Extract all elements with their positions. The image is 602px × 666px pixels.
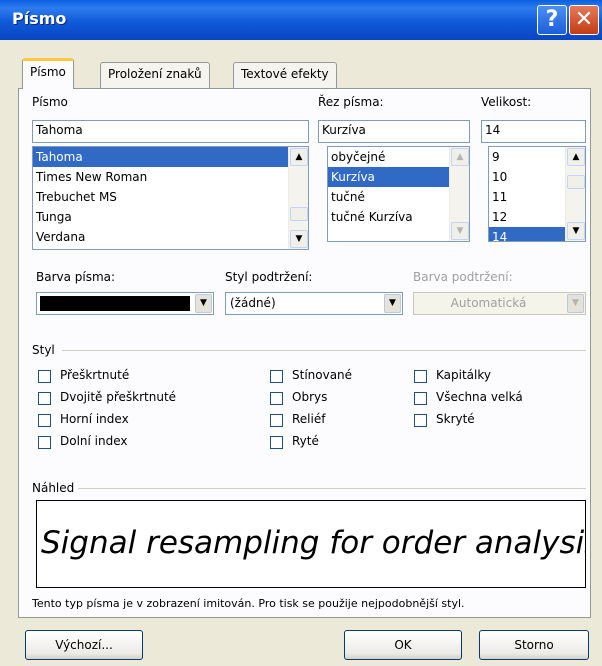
engrave-checkbox[interactable] bbox=[270, 436, 283, 449]
list-item[interactable]: Kurzíva bbox=[328, 167, 469, 187]
title-bar: Písmo ? ✕ bbox=[0, 0, 602, 40]
preview-text: Signal resampling for order analysis and… bbox=[41, 525, 585, 561]
list-item[interactable]: obyčejné bbox=[328, 147, 469, 167]
scroll-down-icon[interactable]: ▼ bbox=[451, 222, 469, 240]
list-item[interactable]: Verdana bbox=[33, 227, 308, 247]
superscript-label: Horní index bbox=[60, 412, 129, 426]
tab-text-effects[interactable]: Textové efekty bbox=[233, 62, 337, 88]
all-caps-checkbox[interactable] bbox=[414, 392, 427, 405]
emboss-checkbox[interactable] bbox=[270, 414, 283, 427]
group-divider bbox=[78, 488, 586, 489]
underline-color-value: Automatická bbox=[450, 296, 527, 310]
size-label: Velikost: bbox=[481, 95, 532, 109]
ok-button[interactable]: OK bbox=[344, 630, 462, 660]
double-strikethrough-checkbox[interactable] bbox=[38, 392, 51, 405]
font-list[interactable]: Tahoma Times New Roman Trebuchet MS Tung… bbox=[32, 146, 309, 250]
font-list-scrollbar[interactable]: ▲ ▼ bbox=[288, 147, 308, 249]
scroll-down-icon[interactable]: ▼ bbox=[290, 230, 308, 248]
underline-style-label: Styl podtržení: bbox=[225, 270, 313, 284]
size-list[interactable]: 9 10 11 12 14 ▲ ▼ bbox=[488, 146, 586, 242]
window-title: Písmo bbox=[12, 9, 67, 28]
help-icon[interactable]: ? bbox=[537, 5, 567, 35]
scroll-up-icon[interactable]: ▲ bbox=[451, 148, 469, 166]
tab-character-spacing[interactable]: Proložení znaků bbox=[100, 62, 210, 88]
list-item[interactable]: Tahoma bbox=[33, 147, 308, 167]
scroll-up-icon[interactable]: ▲ bbox=[567, 148, 585, 166]
font-style-input[interactable]: Kurzíva bbox=[318, 120, 470, 143]
font-label: Písmo bbox=[32, 95, 68, 109]
underline-color-label: Barva podtržení: bbox=[413, 270, 513, 284]
font-style-label: Řez písma: bbox=[318, 95, 384, 109]
scroll-up-icon[interactable]: ▲ bbox=[290, 148, 308, 166]
double-strikethrough-label: Dvojitě přeškrtnuté bbox=[60, 390, 177, 404]
list-item[interactable]: Times New Roman bbox=[33, 167, 308, 187]
list-item[interactable]: tučné bbox=[328, 187, 469, 207]
shadow-label: Stínované bbox=[292, 368, 353, 382]
default-button[interactable]: Výchozí... bbox=[25, 630, 143, 660]
all-caps-label: Všechna velká bbox=[436, 390, 523, 404]
font-color-select[interactable]: ▼ bbox=[36, 292, 214, 315]
underline-style-value: (žádné) bbox=[230, 296, 276, 310]
emboss-label: Reliéf bbox=[292, 412, 326, 426]
font-color-label: Barva písma: bbox=[36, 270, 116, 284]
scroll-thumb[interactable] bbox=[567, 175, 585, 189]
underline-color-select: Automatická ▼ bbox=[413, 292, 586, 315]
effects-group-label: Styl bbox=[32, 343, 55, 357]
chevron-down-icon[interactable]: ▼ bbox=[384, 294, 401, 313]
hidden-label: Skryté bbox=[436, 412, 475, 426]
font-style-list-scrollbar[interactable]: ▲ ▼ bbox=[449, 147, 469, 241]
scroll-down-icon[interactable]: ▼ bbox=[567, 222, 585, 240]
preview-group-label: Náhled bbox=[32, 481, 75, 495]
cancel-button[interactable]: Storno bbox=[479, 630, 589, 660]
engrave-label: Ryté bbox=[292, 434, 319, 448]
preview-box: Signal resampling for order analysis and… bbox=[36, 500, 586, 588]
scroll-thumb[interactable] bbox=[290, 207, 308, 221]
list-item[interactable]: Trebuchet MS bbox=[33, 187, 308, 207]
outline-checkbox[interactable] bbox=[270, 392, 283, 405]
subscript-checkbox[interactable] bbox=[38, 436, 51, 449]
subscript-label: Dolní index bbox=[60, 434, 128, 448]
font-input[interactable]: Tahoma bbox=[32, 120, 309, 143]
size-input[interactable]: 14 bbox=[481, 120, 586, 143]
chevron-down-icon: ▼ bbox=[567, 294, 584, 313]
list-item[interactable]: tučné Kurzíva bbox=[328, 207, 469, 227]
tab-font[interactable]: Písmo bbox=[22, 58, 74, 89]
strikethrough-label: Přeškrtnuté bbox=[60, 368, 130, 382]
hidden-checkbox[interactable] bbox=[414, 414, 427, 427]
superscript-checkbox[interactable] bbox=[38, 414, 51, 427]
preview-note: Tento typ písma je v zobrazení imitován.… bbox=[32, 597, 465, 610]
group-divider bbox=[62, 350, 586, 351]
outline-label: Obrys bbox=[292, 390, 328, 404]
small-caps-label: Kapitálky bbox=[436, 368, 491, 382]
small-caps-checkbox[interactable] bbox=[414, 370, 427, 383]
underline-style-select[interactable]: (žádné) ▼ bbox=[225, 292, 403, 315]
strikethrough-checkbox[interactable] bbox=[38, 370, 51, 383]
chevron-down-icon[interactable]: ▼ bbox=[195, 294, 212, 313]
font-style-list[interactable]: obyčejné Kurzíva tučné tučné Kurzíva ▲ ▼ bbox=[327, 146, 470, 242]
size-list-scrollbar[interactable]: ▲ ▼ bbox=[565, 147, 585, 241]
list-item[interactable]: Tunga bbox=[33, 207, 308, 227]
color-swatch bbox=[40, 296, 190, 311]
close-icon[interactable]: ✕ bbox=[569, 5, 599, 35]
shadow-checkbox[interactable] bbox=[270, 370, 283, 383]
